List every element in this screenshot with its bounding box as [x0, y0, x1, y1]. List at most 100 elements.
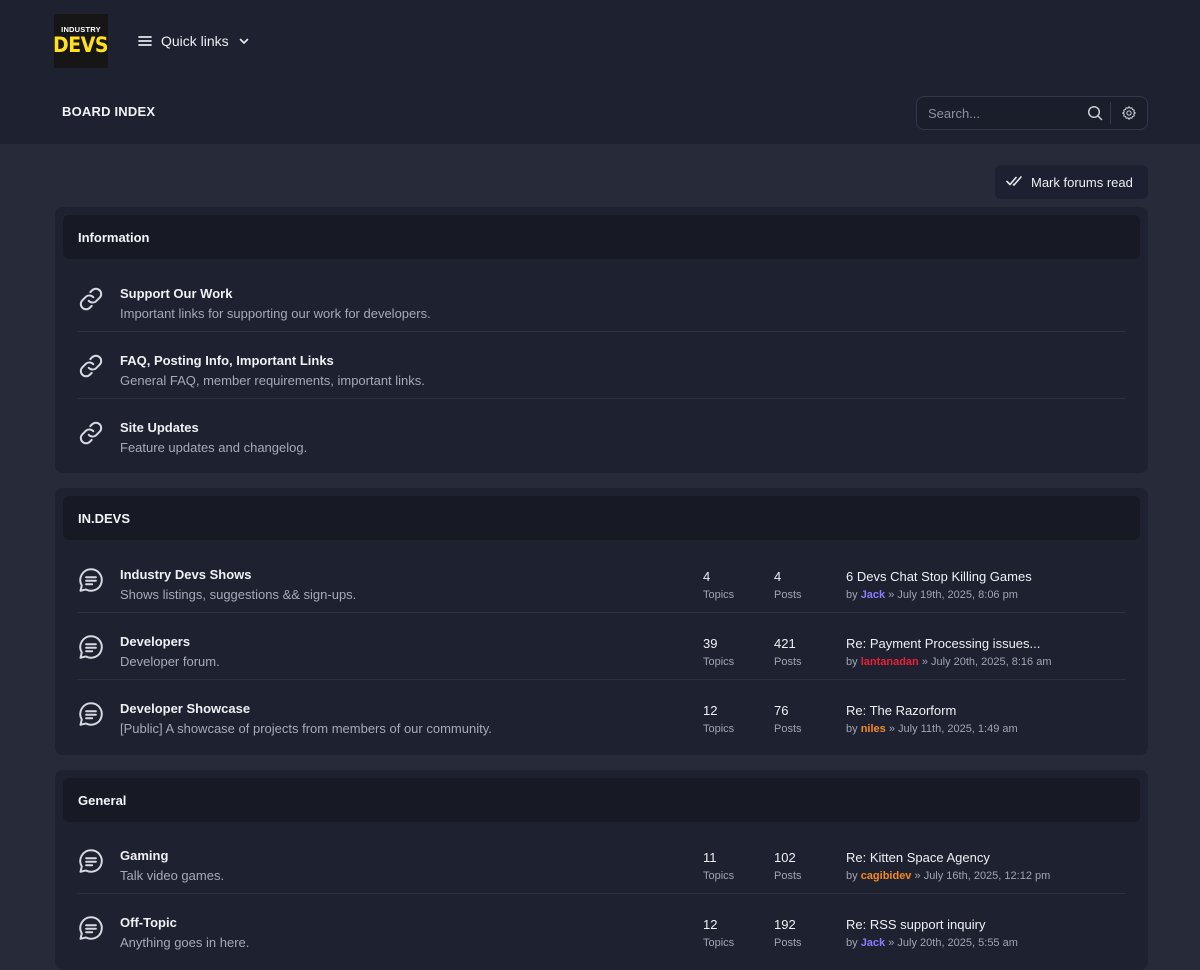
last-post-title[interactable]: Re: The Razorform: [846, 703, 1018, 718]
chat-bubble-icon: [77, 700, 105, 728]
last-post-title[interactable]: Re: Payment Processing issues...: [846, 636, 1051, 651]
forum-row-support-our-work: Support Our Work Important links for sup…: [77, 265, 1126, 332]
category-title[interactable]: Information: [63, 215, 1140, 259]
category-general: General Gaming Talk video games. 11 Topi…: [55, 770, 1148, 970]
last-post-by: by: [846, 870, 858, 882]
topics-count: 12 Topics: [703, 917, 734, 949]
breadcrumb-board-index[interactable]: BOARD INDEX: [62, 104, 155, 119]
last-post-user[interactable]: Jack: [861, 937, 885, 949]
forum-description: General FAQ, member requirements, import…: [120, 373, 425, 388]
link-icon: [77, 419, 105, 447]
topics-label: Topics: [703, 870, 735, 882]
last-post-title[interactable]: Re: RSS support inquiry: [846, 917, 1018, 932]
posts-number: 421: [774, 636, 796, 651]
quick-links-label: Quick links: [161, 33, 229, 49]
chat-bubble-icon: [77, 633, 105, 661]
last-post-date: July 11th, 2025, 1:49 am: [898, 723, 1018, 735]
forum-title[interactable]: Support Our Work: [120, 286, 232, 301]
forum-title[interactable]: Developer Showcase: [120, 701, 250, 716]
posts-number: 102: [774, 850, 796, 865]
topics-number: 11: [703, 850, 717, 865]
last-post-user[interactable]: lantanadan: [861, 656, 919, 668]
category-in-devs: IN.DEVS Industry Devs Shows Shows listin…: [55, 488, 1148, 755]
last-post-meta: by cagibidev » July 16th, 2025, 12:12 pm: [846, 870, 1050, 882]
forum-description: [Public] A showcase of projects from mem…: [120, 721, 492, 736]
topics-number: 39: [703, 636, 718, 651]
last-post-sep: »: [914, 870, 921, 882]
forum-description: Talk video games.: [120, 868, 225, 883]
forum-row-industry-devs-shows: Industry Devs Shows Shows listings, sugg…: [77, 546, 1126, 613]
topics-number: 12: [703, 703, 718, 718]
last-post-date: July 20th, 2025, 8:16 am: [931, 656, 1052, 668]
posts-number: 76: [774, 703, 789, 718]
last-post-title[interactable]: 6 Devs Chat Stop Killing Games: [846, 569, 1032, 584]
forum-row-gaming: Gaming Talk video games. 11 Topics 102 P…: [77, 827, 1126, 894]
last-post: 6 Devs Chat Stop Killing Games by Jack »…: [846, 569, 1032, 601]
quick-links-menu[interactable]: Quick links: [138, 30, 250, 52]
hamburger-icon: [138, 35, 152, 47]
last-post: Re: RSS support inquiry by Jack » July 2…: [846, 917, 1018, 949]
forum-row-faq: FAQ, Posting Info, Important Links Gener…: [77, 332, 1126, 399]
last-post-date: July 20th, 2025, 5:55 am: [897, 937, 1018, 949]
topics-count: 39 Topics: [703, 636, 734, 668]
forum-row-site-updates: Site Updates Feature updates and changel…: [77, 399, 1126, 466]
forum-title[interactable]: Site Updates: [120, 420, 199, 435]
last-post-sep: »: [921, 656, 928, 668]
category-title[interactable]: IN.DEVS: [63, 496, 1140, 540]
forum-description: Shows listings, suggestions && sign-ups.: [120, 587, 357, 602]
posts-label: Posts: [774, 870, 802, 882]
last-post-by: by: [846, 589, 858, 601]
forum-title[interactable]: Off-Topic: [120, 915, 177, 930]
topics-label: Topics: [703, 723, 735, 735]
topics-count: 11 Topics: [703, 850, 734, 882]
last-post-by: by: [846, 656, 858, 668]
forum-title[interactable]: Industry Devs Shows: [120, 567, 251, 582]
last-post-sep: »: [888, 589, 895, 601]
posts-count: 4 Posts: [774, 569, 802, 601]
posts-count: 192 Posts: [774, 917, 802, 949]
chat-bubble-icon: [77, 566, 105, 594]
mark-forums-read-label: Mark forums read: [1031, 174, 1133, 190]
logo-line-2: DEVS: [53, 32, 109, 57]
last-post-sep: »: [888, 937, 895, 949]
last-post-meta: by Jack » July 20th, 2025, 5:55 am: [846, 937, 1018, 949]
last-post-user[interactable]: niles: [861, 723, 886, 735]
chat-bubble-icon: [77, 847, 105, 875]
chevron-down-icon: [238, 35, 250, 47]
double-check-icon: [1006, 175, 1023, 190]
gear-icon[interactable]: [1111, 97, 1147, 129]
last-post-meta: by lantanadan » July 20th, 2025, 8:16 am: [846, 656, 1051, 668]
last-post-title[interactable]: Re: Kitten Space Agency: [846, 850, 1050, 865]
site-logo[interactable]: INDUSTRY DEVS: [53, 14, 109, 68]
last-post-by: by: [846, 937, 858, 949]
last-post-user[interactable]: Jack: [861, 589, 885, 601]
category-title[interactable]: General: [63, 778, 1140, 822]
posts-number: 4: [774, 569, 782, 584]
last-post: Re: Kitten Space Agency by cagibidev » J…: [846, 850, 1050, 882]
last-post: Re: The Razorform by niles » July 11th, …: [846, 703, 1018, 735]
posts-label: Posts: [774, 656, 802, 668]
posts-count: 421 Posts: [774, 636, 802, 668]
mark-forums-read-button[interactable]: Mark forums read: [995, 165, 1148, 199]
link-icon: [77, 285, 105, 313]
topics-number: 4: [703, 569, 711, 584]
search-input[interactable]: [917, 97, 1080, 129]
posts-count: 76 Posts: [774, 703, 802, 735]
forum-description: Important links for supporting our work …: [120, 306, 431, 321]
chat-bubble-icon: [77, 914, 105, 942]
search-box: [916, 96, 1148, 130]
forum-title[interactable]: Developers: [120, 634, 190, 649]
link-icon: [77, 352, 105, 380]
last-post-meta: by Jack » July 19th, 2025, 8:06 pm: [846, 589, 1032, 601]
last-post-by: by: [846, 723, 858, 735]
site-header: INDUSTRY DEVS Quick links BOARD INDEX: [0, 0, 1200, 144]
posts-count: 102 Posts: [774, 850, 802, 882]
forum-title[interactable]: Gaming: [120, 848, 168, 863]
forum-row-developers: Developers Developer forum. 39 Topics 42…: [77, 613, 1126, 680]
last-post-user[interactable]: cagibidev: [861, 870, 912, 882]
forum-title[interactable]: FAQ, Posting Info, Important Links: [120, 353, 334, 368]
category-information: Information Support Our Work Important l…: [55, 207, 1148, 473]
search-icon[interactable]: [1080, 97, 1110, 129]
last-post-sep: »: [888, 723, 895, 735]
topics-label: Topics: [703, 937, 735, 949]
